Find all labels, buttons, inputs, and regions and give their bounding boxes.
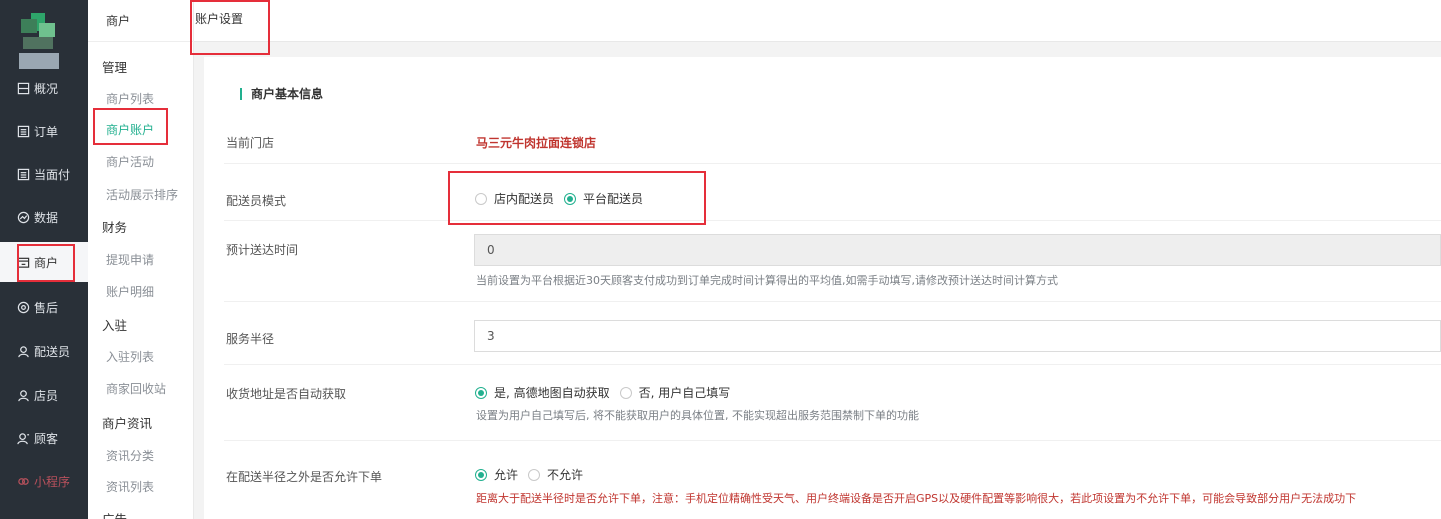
- nav-item-miniapp[interactable]: 小程序: [0, 461, 88, 501]
- submenu-item-entry-list[interactable]: 入驻列表: [106, 348, 154, 365]
- nav-item-label: 顾客: [34, 431, 59, 446]
- eta-input[interactable]: [474, 234, 1441, 266]
- auto-address-hint: 设置为用户自己填写后, 将不能获取用户的具体位置, 不能实现超出服务范围禁制下单…: [476, 409, 919, 422]
- auto-address-radio-no[interactable]: 否, 用户自己填写: [619, 384, 731, 401]
- nav-item-label: 当面付: [34, 167, 71, 182]
- nav-item-label: 售后: [34, 300, 59, 315]
- submenu-group-manage: 管理: [102, 60, 128, 75]
- submenu: 商户 管理 商户列表 商户账户 商户活动 活动展示排序 财务 提现申请 账户明细…: [88, 0, 194, 519]
- eta-hint: 当前设置为平台根据近30天顾客支付成功到订单完成时间计算得出的平均值,如需手动填…: [476, 274, 1058, 287]
- submenu-group-ads: 广告: [102, 509, 127, 519]
- list-icon: [16, 167, 30, 181]
- submenu-item-news-category[interactable]: 资讯分类: [106, 447, 154, 464]
- divider: [224, 163, 1441, 164]
- highlight-tab: [190, 0, 270, 55]
- divider: [224, 301, 1441, 302]
- nav-item-label: 概况: [34, 81, 59, 96]
- radius-input[interactable]: [474, 320, 1441, 352]
- chart-icon: [16, 210, 30, 224]
- dashboard-icon: [16, 81, 30, 95]
- submenu-group-entry: 入驻: [102, 318, 128, 333]
- submenu-item-merchant-list[interactable]: 商户列表: [106, 90, 154, 107]
- miniapp-icon: [16, 474, 30, 488]
- submenu-item-recycle[interactable]: 商家回收站: [106, 380, 166, 397]
- current-store-value: 马三元牛肉拉面连锁店: [476, 136, 597, 150]
- divider: [224, 364, 1441, 365]
- highlight-delivery-mode: [448, 171, 706, 225]
- radius-label: 服务半径: [226, 332, 275, 346]
- highlight-nav-merchant: [17, 244, 75, 282]
- divider: [224, 220, 1441, 221]
- nav-item-clerk[interactable]: 店员: [0, 375, 88, 415]
- submenu-item-withdraw[interactable]: 提现申请: [106, 251, 154, 268]
- person-icon: [16, 344, 30, 358]
- outside-radius-radio-deny[interactable]: 不允许: [528, 466, 583, 483]
- nav-item-label: 订单: [34, 124, 59, 139]
- submenu-group-finance: 财务: [102, 220, 128, 235]
- avatar[interactable]: [19, 5, 63, 71]
- outside-radius-warning: 距离大于配送半径时是否允许下单，注意：手机定位精确性受天气、用户终端设备是否开启…: [476, 492, 1357, 505]
- nav-item-orders[interactable]: 订单: [0, 111, 88, 151]
- list-icon: [16, 124, 30, 138]
- radio-circle: [475, 386, 487, 399]
- highlight-submenu-account: [93, 108, 168, 145]
- current-store-label: 当前门店: [226, 136, 275, 150]
- auto-address-radio-group: 是, 高德地图自动获取 否, 用户自己填写: [475, 384, 740, 401]
- eta-label: 预计送达时间: [226, 243, 299, 257]
- nav-item-face-pay[interactable]: 当面付: [0, 154, 88, 194]
- service-icon: [16, 300, 30, 314]
- submenu-item-activity-sort[interactable]: 活动展示排序: [106, 186, 178, 203]
- nav-item-label: 小程序: [34, 474, 71, 489]
- nav-item-label: 配送员: [34, 344, 71, 359]
- person-icon: [16, 431, 30, 445]
- submenu-header: 商户: [88, 0, 194, 42]
- outside-radius-label: 在配送半径之外是否允许下单: [226, 470, 383, 484]
- radio-circle: [475, 468, 487, 481]
- auto-address-radio-yes[interactable]: 是, 高德地图自动获取: [475, 384, 610, 401]
- submenu-item-merchant-activity[interactable]: 商户活动: [106, 153, 154, 170]
- section-title: 商户基本信息: [240, 88, 323, 100]
- auto-address-label: 收货地址是否自动获取: [226, 387, 347, 401]
- delivery-mode-label: 配送员模式: [226, 194, 287, 208]
- radio-circle: [528, 468, 541, 481]
- radio-label: 是, 高德地图自动获取: [494, 386, 610, 400]
- radio-label: 否, 用户自己填写: [638, 386, 731, 400]
- submenu-group-news: 商户资讯: [102, 416, 153, 431]
- nav-item-label: 数据: [34, 210, 59, 225]
- person-icon: [16, 388, 30, 402]
- submenu-item-news-list[interactable]: 资讯列表: [106, 478, 154, 495]
- radio-label: 允许: [494, 468, 519, 482]
- radio-circle: [619, 386, 632, 399]
- settings-card: 商户基本信息 当前门店 马三元牛肉拉面连锁店 配送员模式 店内配送员 平台配送员…: [204, 57, 1441, 519]
- nav-item-data[interactable]: 数据: [0, 197, 88, 237]
- nav-item-after-sales[interactable]: 售后: [0, 287, 88, 327]
- nav-item-overview[interactable]: 概况: [0, 68, 88, 108]
- outside-radius-radio-allow[interactable]: 允许: [475, 466, 518, 483]
- nav-item-label: 店员: [34, 388, 59, 403]
- divider: [224, 440, 1441, 441]
- radio-label: 不允许: [547, 468, 584, 482]
- outside-radius-radio-group: 允许 不允许: [475, 466, 593, 483]
- nav-item-courier[interactable]: 配送员: [0, 331, 88, 371]
- submenu-item-account-detail[interactable]: 账户明细: [106, 283, 154, 300]
- nav-item-customer[interactable]: 顾客: [0, 418, 88, 458]
- top-bar: 账户设置: [194, 0, 1441, 42]
